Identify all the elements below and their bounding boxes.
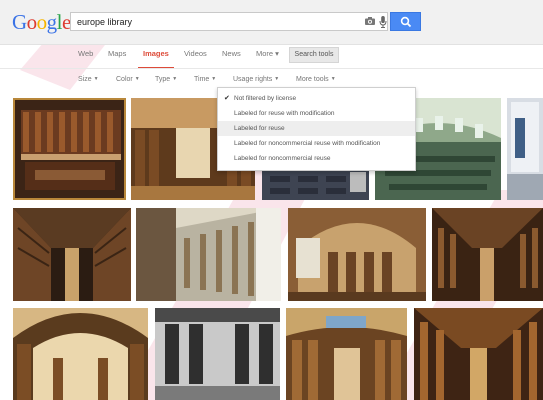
microphone-icon[interactable] xyxy=(379,16,387,28)
result-image-11[interactable] xyxy=(155,308,280,400)
header-bar: Google xyxy=(0,0,543,45)
library-photo xyxy=(13,308,148,400)
library-photo xyxy=(15,100,124,198)
result-image-6[interactable] xyxy=(13,208,131,301)
camera-icon[interactable] xyxy=(365,17,375,25)
menu-item-label: Labeled for noncommercial reuse with mod… xyxy=(234,140,381,147)
tool-more-tools-label: More tools xyxy=(296,76,329,83)
tool-color-label: Color xyxy=(116,76,133,83)
result-image-10[interactable] xyxy=(13,308,148,400)
search-button[interactable] xyxy=(390,12,421,31)
menu-item-label: Labeled for reuse with modification xyxy=(234,110,335,117)
tab-images[interactable]: Images xyxy=(143,49,169,58)
tool-color[interactable]: Color ▼ xyxy=(116,76,140,83)
tool-more-tools[interactable]: More tools ▼ xyxy=(296,76,336,83)
tool-usage-rights-label: Usage rights xyxy=(233,76,273,83)
menu-item-label: Labeled for reuse xyxy=(234,125,285,132)
result-image-5[interactable] xyxy=(507,98,543,200)
menu-item-reuse-with-modification[interactable]: Labeled for reuse with modification xyxy=(218,106,415,121)
menu-item-reuse[interactable]: Labeled for reuse xyxy=(218,121,415,136)
menu-item-noncommercial-reuse-with-modification[interactable]: Labeled for noncommercial reuse with mod… xyxy=(218,136,415,151)
search-tools-button[interactable]: Search tools xyxy=(289,47,339,63)
search-icon xyxy=(400,16,412,28)
chevron-down-icon: ▼ xyxy=(330,76,336,82)
result-image-7[interactable] xyxy=(136,208,281,301)
result-image-9[interactable] xyxy=(432,208,543,301)
library-photo xyxy=(286,308,407,400)
chevron-down-icon: ▼ xyxy=(172,76,178,82)
google-logo[interactable]: Google xyxy=(12,10,71,35)
library-photo xyxy=(507,98,543,200)
tool-type-label: Type xyxy=(155,76,171,83)
search-tabs: Web Maps Images Videos News More ▾ xyxy=(0,44,543,68)
library-photo xyxy=(136,208,281,301)
library-photo xyxy=(13,208,131,301)
divider xyxy=(0,68,543,69)
chevron-down-icon: ▼ xyxy=(93,76,99,82)
menu-item-label: Labeled for noncommercial reuse xyxy=(234,155,331,162)
library-photo xyxy=(414,308,543,400)
checkmark-icon: ✔ xyxy=(224,95,230,102)
chevron-down-icon: ▼ xyxy=(134,76,140,82)
tool-usage-rights[interactable]: Usage rights ▼ xyxy=(233,76,279,83)
tab-more[interactable]: More ▾ xyxy=(256,49,279,58)
library-photo xyxy=(288,208,426,301)
result-image-12[interactable] xyxy=(286,308,407,400)
tab-maps[interactable]: Maps xyxy=(108,49,126,58)
tab-videos[interactable]: Videos xyxy=(184,49,207,58)
search-input[interactable] xyxy=(77,15,347,29)
result-image-13[interactable] xyxy=(414,308,543,400)
tool-time-label: Time xyxy=(194,76,210,83)
tool-size[interactable]: Size ▼ xyxy=(78,76,99,83)
menu-item-not-filtered[interactable]: ✔ Not filtered by license xyxy=(218,91,415,106)
tool-type[interactable]: Type ▼ xyxy=(155,76,177,83)
search-box[interactable] xyxy=(70,12,388,31)
usage-rights-menu: ✔ Not filtered by license Labeled for re… xyxy=(217,87,416,171)
tab-web[interactable]: Web xyxy=(78,49,93,58)
tool-time[interactable]: Time ▼ xyxy=(194,76,216,83)
library-photo xyxy=(432,208,543,301)
menu-item-label: Not filtered by license xyxy=(234,95,297,102)
result-image-1[interactable] xyxy=(13,98,126,200)
menu-item-noncommercial-reuse[interactable]: Labeled for noncommercial reuse xyxy=(218,151,415,166)
tab-news[interactable]: News xyxy=(222,49,241,58)
result-image-8[interactable] xyxy=(288,208,426,301)
tool-size-label: Size xyxy=(78,76,92,83)
chevron-down-icon: ▼ xyxy=(274,76,280,82)
chevron-down-icon: ▼ xyxy=(211,76,217,82)
library-photo xyxy=(155,308,280,400)
